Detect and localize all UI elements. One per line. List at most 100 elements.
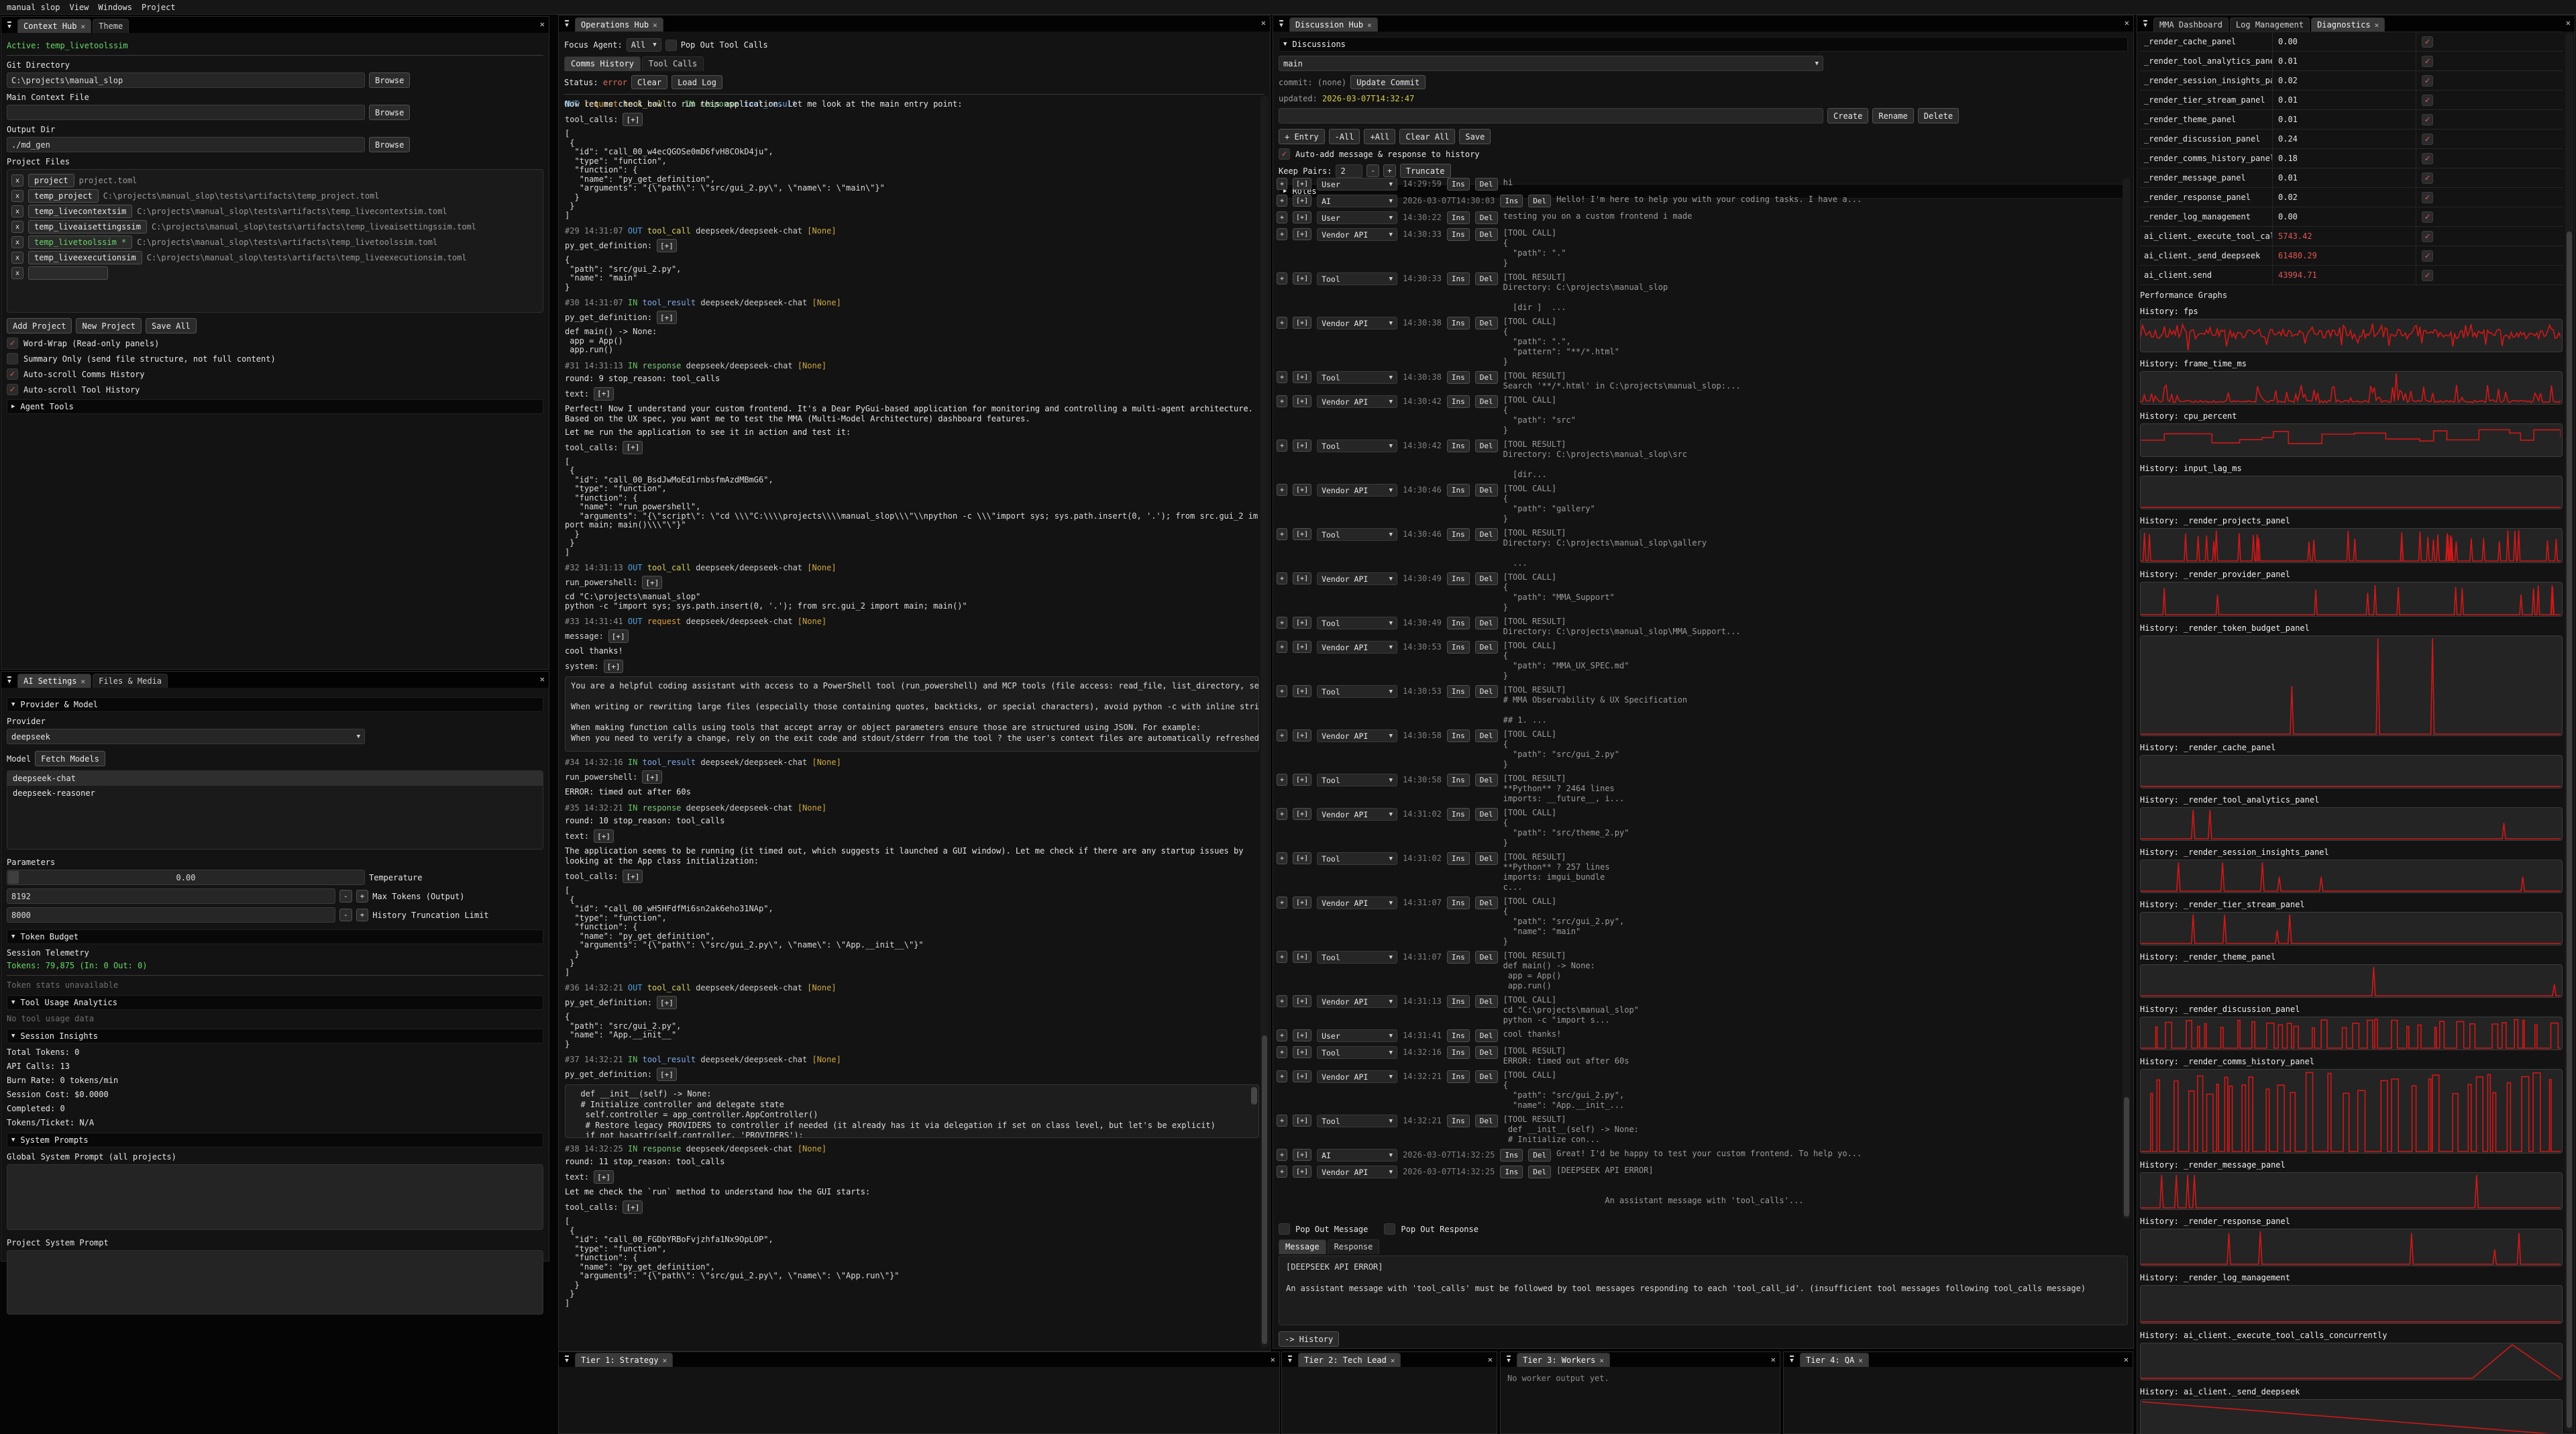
ins-button[interactable]: Ins xyxy=(1447,1046,1470,1059)
tab-theme[interactable]: Theme xyxy=(93,19,129,33)
expand-button[interactable]: [+] xyxy=(642,576,662,589)
role-select[interactable]: Tool▼ xyxy=(1317,1046,1397,1059)
expand-entry-button[interactable]: [+] xyxy=(1293,685,1311,697)
tab-tier-3[interactable]: Tier 3: Workers✕ xyxy=(1517,1353,1610,1367)
keep-pairs-input[interactable]: 2 xyxy=(1336,164,1362,178)
ins-button[interactable]: Ins xyxy=(1447,572,1470,585)
menu-item[interactable]: manual slop xyxy=(7,3,60,12)
role-select[interactable]: User▼ xyxy=(1317,211,1397,224)
menu-item[interactable]: Project xyxy=(142,3,176,12)
insert-above-button[interactable]: + xyxy=(1277,572,1287,584)
window-menu-icon[interactable]: ▼ xyxy=(3,674,16,687)
role-select[interactable]: Tool▼ xyxy=(1317,685,1397,698)
insert-above-button[interactable]: + xyxy=(1277,995,1287,1007)
keep-pairs-decrement-button[interactable]: - xyxy=(1366,164,1379,177)
ins-button[interactable]: Ins xyxy=(1447,211,1470,224)
expand-button[interactable]: [+] xyxy=(594,829,614,843)
del-button[interactable]: Del xyxy=(1475,178,1498,191)
role-select[interactable]: User▼ xyxy=(1317,1029,1397,1042)
token-budget-header[interactable]: ▼Token Budget xyxy=(7,929,543,944)
ops-scrollbar[interactable] xyxy=(1260,96,1269,1348)
file-tag-button[interactable]: temp_livetoolssim * xyxy=(28,236,132,249)
ins-button[interactable]: Ins xyxy=(1447,951,1470,964)
model-list-item[interactable]: deepseek-reasoner xyxy=(7,786,543,801)
tab-tier-4[interactable]: Tier 4: QA✕ xyxy=(1800,1353,1869,1367)
role-select[interactable]: Tool▼ xyxy=(1317,774,1397,786)
ins-button[interactable]: Ins xyxy=(1447,641,1470,654)
del-button[interactable]: Del xyxy=(1475,729,1498,742)
tab-response[interactable]: Response xyxy=(1328,1239,1380,1254)
clear-all-button[interactable]: Clear All xyxy=(1399,129,1455,144)
del-button[interactable]: Del xyxy=(1475,1029,1498,1042)
word-wrap-read-only-panels-checkbox[interactable]: ✓ xyxy=(7,338,18,349)
timing-enabled-checkbox[interactable]: ✓ xyxy=(2422,75,2433,87)
close-icon[interactable]: ✕ xyxy=(1488,1355,1493,1364)
insert-above-button[interactable]: + xyxy=(1277,852,1287,864)
role-select[interactable]: Vendor API▼ xyxy=(1317,228,1397,241)
insert-above-button[interactable]: + xyxy=(1277,951,1287,963)
role-select[interactable]: AI▼ xyxy=(1317,1149,1397,1162)
insert-above-button[interactable]: + xyxy=(1277,774,1287,786)
role-select[interactable]: Vendor API▼ xyxy=(1317,897,1397,909)
project-prompt-textarea[interactable] xyxy=(7,1250,543,1315)
expand-entry-button[interactable]: [+] xyxy=(1293,1149,1311,1161)
insert-above-button[interactable]: + xyxy=(1277,641,1287,653)
del-button[interactable]: Del xyxy=(1475,211,1498,224)
git-directory-browse-button[interactable]: Browse xyxy=(369,72,410,88)
rename-button[interactable]: Rename xyxy=(1872,108,1913,123)
expand-entry-button[interactable]: [+] xyxy=(1293,440,1311,452)
timing-enabled-checkbox[interactable]: ✓ xyxy=(2422,36,2433,48)
del-button[interactable]: Del xyxy=(1475,395,1498,408)
ins-button[interactable]: Ins xyxy=(1447,774,1470,786)
log-text-box[interactable]: def __init__(self) -> None: # Initialize… xyxy=(565,1084,1259,1138)
file-tag-button[interactable]: temp_livecontextsim xyxy=(28,205,132,218)
role-select[interactable]: Tool▼ xyxy=(1317,617,1397,629)
keep-pairs-increment-button[interactable]: + xyxy=(1383,164,1396,177)
provider-model-header[interactable]: ▼Provider & Model xyxy=(7,697,543,712)
role-select[interactable]: Vendor API▼ xyxy=(1317,395,1397,408)
insert-above-button[interactable]: + xyxy=(1277,371,1287,383)
insert-above-button[interactable]: + xyxy=(1277,211,1287,223)
del-button[interactable]: Del xyxy=(1528,1149,1551,1162)
main-context-browse-button[interactable]: Browse xyxy=(369,105,410,120)
del-button[interactable]: Del xyxy=(1475,617,1498,629)
insert-above-button[interactable]: + xyxy=(1277,1029,1287,1041)
del-button[interactable]: Del xyxy=(1528,1166,1551,1178)
expand-entry-button[interactable]: [+] xyxy=(1293,852,1311,864)
ins-button[interactable]: Ins xyxy=(1447,317,1470,329)
del-button[interactable]: Del xyxy=(1475,897,1498,909)
output-dir-browse-button[interactable]: Browse xyxy=(369,137,410,152)
del-button[interactable]: Del xyxy=(1475,951,1498,964)
tab-files-media[interactable]: Files & Media xyxy=(93,674,168,688)
tab-message[interactable]: Message xyxy=(1279,1239,1326,1254)
role-select[interactable]: Vendor API▼ xyxy=(1317,729,1397,742)
role-select[interactable]: Vendor API▼ xyxy=(1317,1166,1397,1178)
expand-entry-button[interactable]: [+] xyxy=(1293,572,1311,584)
expand-button[interactable]: [+] xyxy=(623,441,643,454)
expand-button[interactable]: [+] xyxy=(657,1068,677,1081)
tab-tier-1[interactable]: Tier 1: Strategy✕ xyxy=(575,1353,673,1367)
timing-enabled-checkbox[interactable]: ✓ xyxy=(2422,250,2433,262)
del-button[interactable]: Del xyxy=(1475,484,1498,497)
expand-button[interactable]: [+] xyxy=(657,239,677,252)
del-button[interactable]: Del xyxy=(1475,1115,1498,1127)
history-truncation-input[interactable]: 8000 xyxy=(7,907,335,923)
del-button[interactable]: Del xyxy=(1475,641,1498,654)
expand-entry-button[interactable]: [+] xyxy=(1293,995,1311,1007)
role-select[interactable]: Vendor API▼ xyxy=(1317,808,1397,821)
window-menu-icon[interactable]: ▼ xyxy=(1785,1353,1799,1366)
del-button[interactable]: Del xyxy=(1475,228,1498,241)
expand-entry-button[interactable]: [+] xyxy=(1293,774,1311,786)
tab-context-hub[interactable]: Context Hub✕ xyxy=(17,19,91,33)
fetch-models-button[interactable]: Fetch Models xyxy=(35,751,105,766)
insert-above-button[interactable]: + xyxy=(1277,528,1287,540)
del-button[interactable]: Del xyxy=(1475,774,1498,786)
session-insights-header[interactable]: ▼Session Insights xyxy=(7,1029,543,1043)
window-menu-icon[interactable]: ▼ xyxy=(2139,17,2152,31)
slider-grab[interactable] xyxy=(8,871,19,884)
auto-scroll-comms-history-checkbox[interactable]: ✓ xyxy=(7,368,18,380)
file-tag-button[interactable]: project xyxy=(28,174,74,187)
expand-entry-button[interactable]: [+] xyxy=(1293,317,1311,329)
ops-scrollbar-thumb[interactable] xyxy=(1262,1035,1267,1344)
timing-enabled-checkbox[interactable]: ✓ xyxy=(2422,270,2433,281)
